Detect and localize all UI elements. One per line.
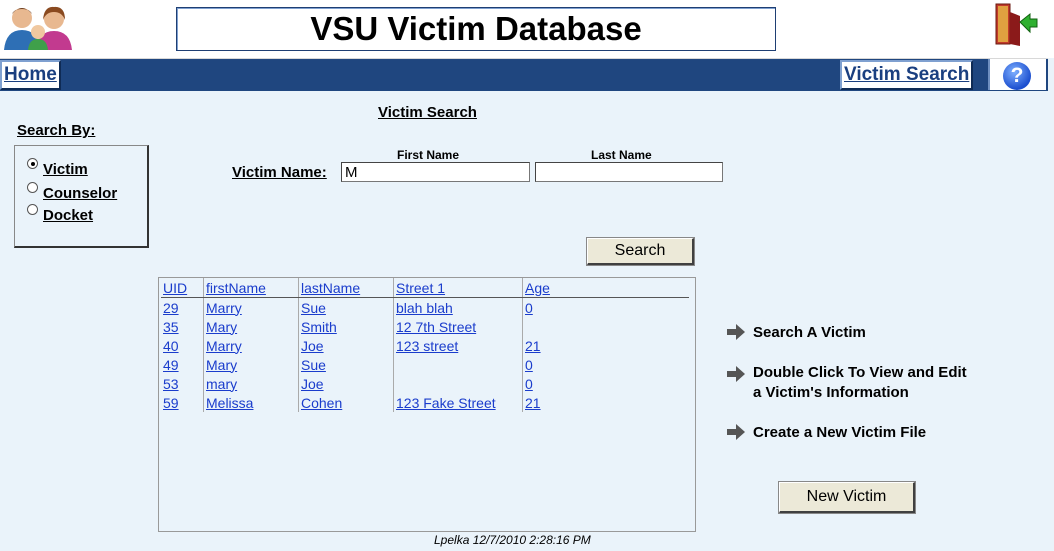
cell-first[interactable]: Marry xyxy=(203,297,299,317)
table-row[interactable]: 40 Marry Joe 123 street 21 xyxy=(161,336,689,355)
help-search-victim: Search A Victim xyxy=(753,324,866,341)
exit-door-icon[interactable] xyxy=(990,2,1038,48)
page-title: VSU Victim Database xyxy=(176,7,776,51)
cell-age[interactable] xyxy=(522,317,689,336)
radio-docket-dot[interactable] xyxy=(27,204,38,215)
help-double-click-line2: a Victim's Information xyxy=(753,384,909,401)
radio-counselor-dot[interactable] xyxy=(27,182,38,193)
arrow-right-icon xyxy=(727,324,745,340)
last-name-header: Last Name xyxy=(591,148,652,162)
cell-age[interactable]: 0 xyxy=(522,374,689,393)
radio-docket-label[interactable]: Docket xyxy=(43,207,93,224)
cell-street[interactable]: 12 7th Street xyxy=(393,317,523,336)
results-table: UID firstName lastName Street 1 Age 29 M… xyxy=(161,278,689,412)
cell-last[interactable]: Joe xyxy=(298,336,394,355)
column-header-street[interactable]: Street 1 xyxy=(393,278,523,298)
table-row[interactable]: 49 Mary Sue 0 xyxy=(161,355,689,374)
column-header-age[interactable]: Age xyxy=(522,278,689,298)
help-create-victim: Create a New Victim File xyxy=(753,424,927,441)
results-panel[interactable]: UID firstName lastName Street 1 Age 29 M… xyxy=(158,277,696,532)
first-name-input[interactable] xyxy=(341,162,530,182)
radio-victim-dot[interactable] xyxy=(27,158,38,169)
search-button[interactable]: Search xyxy=(586,237,695,266)
search-by-panel: Victim Counselor Docket xyxy=(14,145,149,248)
cell-age[interactable]: 21 xyxy=(522,336,689,355)
cell-first[interactable]: Mary xyxy=(203,317,299,336)
cell-last[interactable]: Smith xyxy=(298,317,394,336)
home-link[interactable]: Home xyxy=(0,60,61,90)
table-row[interactable]: 35 Mary Smith 12 7th Street xyxy=(161,317,689,336)
cell-street[interactable]: 123 street xyxy=(393,336,523,355)
cell-last[interactable]: Sue xyxy=(298,297,394,317)
help-double-click-line1: Double Click To View and Edit xyxy=(753,364,967,381)
cell-street[interactable] xyxy=(393,355,523,374)
cell-uid[interactable]: 29 xyxy=(161,298,204,318)
family-logo-icon xyxy=(4,6,72,50)
cell-last[interactable]: Sue xyxy=(298,355,394,374)
column-header-firstname[interactable]: firstName xyxy=(203,278,299,298)
victim-search-link[interactable]: Victim Search xyxy=(840,60,974,90)
radio-docket[interactable]: Docket xyxy=(27,204,93,224)
cell-street[interactable]: 123 Fake Street xyxy=(393,393,523,412)
table-header-row: UID firstName lastName Street 1 Age xyxy=(161,278,689,298)
table-row[interactable]: 59 Melissa Cohen 123 Fake Street 21 xyxy=(161,393,689,412)
last-name-input[interactable] xyxy=(535,162,723,182)
cell-street[interactable]: blah blah xyxy=(393,297,523,317)
footer-user-timestamp: Lpelka 12/7/2010 2:28:16 PM xyxy=(434,533,591,547)
new-victim-button[interactable]: New Victim xyxy=(778,481,916,514)
table-row[interactable]: 29 Marry Sue blah blah 0 xyxy=(161,297,689,318)
cell-first[interactable]: mary xyxy=(203,374,299,393)
victim-name-label: Victim Name: xyxy=(232,164,327,181)
cell-first[interactable]: Mary xyxy=(203,355,299,374)
radio-victim[interactable]: Victim xyxy=(27,158,88,178)
table-row[interactable]: 53 mary Joe 0 xyxy=(161,374,689,393)
cell-uid[interactable]: 49 xyxy=(161,355,204,374)
cell-uid[interactable]: 59 xyxy=(161,393,204,412)
cell-first[interactable]: Melissa xyxy=(203,393,299,412)
cell-uid[interactable]: 53 xyxy=(161,374,204,393)
radio-counselor-label[interactable]: Counselor xyxy=(43,185,117,202)
column-header-uid[interactable]: UID xyxy=(161,278,204,298)
cell-age[interactable]: 21 xyxy=(522,393,689,412)
cell-first[interactable]: Marry xyxy=(203,336,299,355)
search-by-label: Search By: xyxy=(17,122,96,139)
cell-street[interactable] xyxy=(393,374,523,393)
cell-age[interactable]: 0 xyxy=(522,355,689,374)
cell-last[interactable]: Cohen xyxy=(298,393,394,412)
arrow-right-icon xyxy=(727,424,745,440)
cell-uid[interactable]: 40 xyxy=(161,336,204,355)
radio-counselor[interactable]: Counselor xyxy=(27,182,117,202)
first-name-header: First Name xyxy=(397,148,460,162)
cell-age[interactable]: 0 xyxy=(522,297,689,317)
cell-last[interactable]: Joe xyxy=(298,374,394,393)
radio-victim-label[interactable]: Victim xyxy=(43,161,88,178)
section-title: Victim Search xyxy=(378,104,477,121)
arrow-right-icon xyxy=(727,366,745,382)
cell-uid[interactable]: 35 xyxy=(161,317,204,336)
column-header-lastname[interactable]: lastName xyxy=(298,278,394,298)
help-icon[interactable]: ? xyxy=(1003,62,1031,90)
